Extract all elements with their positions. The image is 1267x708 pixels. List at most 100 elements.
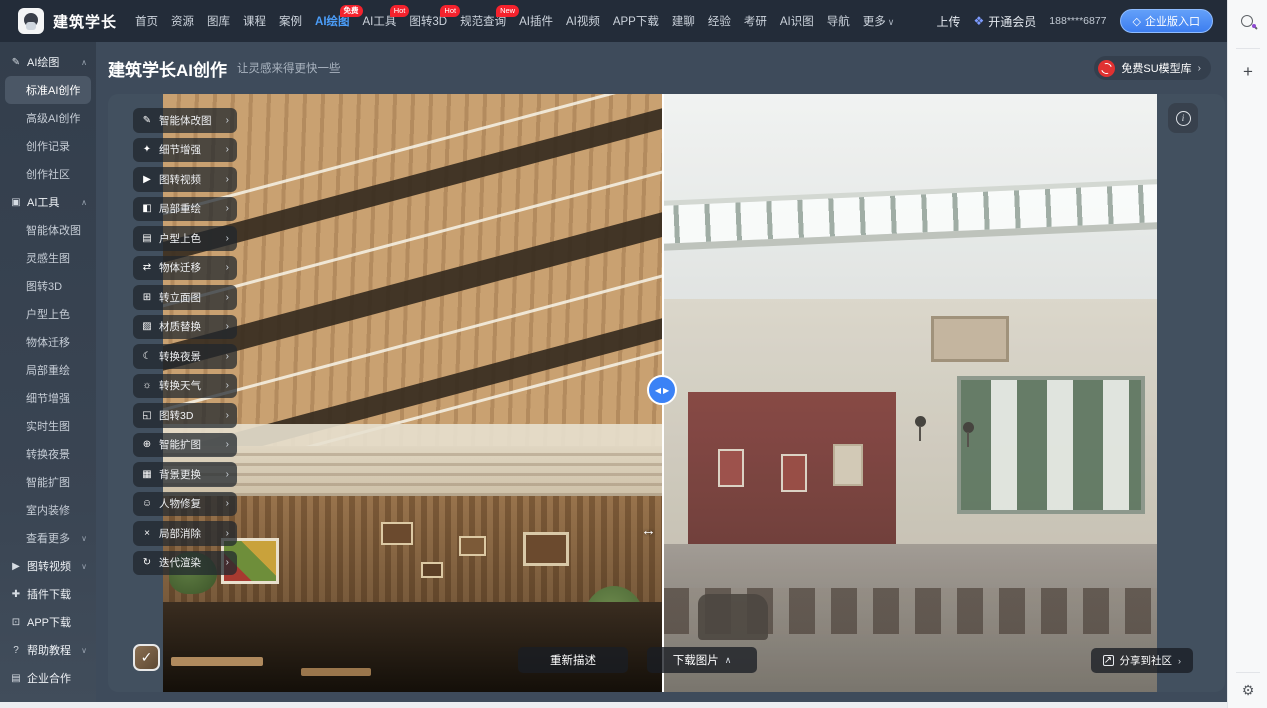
nav-item-home[interactable]: 首页 bbox=[135, 13, 158, 29]
tool-chip-floorplan-color[interactable]: ▤户型上色› bbox=[133, 226, 237, 251]
nav-item-postgrad[interactable]: 考研 bbox=[744, 13, 767, 29]
enterprise-entry-button[interactable]: ◇企业版入口 bbox=[1120, 9, 1213, 33]
nav-item-ai-recognize[interactable]: AI识图 bbox=[780, 13, 814, 29]
sidebar-group-help-tutorial[interactable]: ? 帮助教程 ∨ bbox=[0, 636, 96, 664]
sidebar-item-img-to-3d[interactable]: 图转3D bbox=[0, 272, 96, 300]
sidebar-item-agent-edit[interactable]: 智能体改图 bbox=[0, 216, 96, 244]
tool-chip-outpaint[interactable]: ⊕智能扩图› bbox=[133, 433, 237, 458]
sidebar-item-realtime-gen[interactable]: 实时生图 bbox=[0, 412, 96, 440]
sidebar-item-standard-ai-creation[interactable]: 标准AI创作 bbox=[5, 76, 91, 104]
nav-item-cases[interactable]: 案例 bbox=[279, 13, 302, 29]
nav-item-ai-draw[interactable]: AI绘图免费 bbox=[315, 13, 350, 29]
chevron-up-icon: ∧ bbox=[81, 198, 87, 207]
person-icon: ☺ bbox=[141, 498, 153, 509]
share-to-community-button[interactable]: ↗分享到社区› bbox=[1091, 648, 1194, 673]
video-icon: ▶ bbox=[10, 561, 22, 572]
sidebar-item-interior-design[interactable]: 室内装修 bbox=[0, 496, 96, 524]
tool-chip-material-swap[interactable]: ▨材质替换› bbox=[133, 315, 237, 340]
help-icon: ? bbox=[10, 645, 22, 656]
nav-item-gallery[interactable]: 图库 bbox=[207, 13, 230, 29]
diamond-icon: ◇ bbox=[1133, 15, 1141, 28]
sidebar-item-see-more[interactable]: 查看更多 ∨ bbox=[0, 524, 96, 552]
tool-chip-background-swap[interactable]: ▦背景更换› bbox=[133, 462, 237, 487]
main-header: 建筑学长AI创作 让灵感来得更快一些 免费SU模型库 › bbox=[96, 42, 1227, 94]
tool-chip-erase[interactable]: ×局部消除› bbox=[133, 521, 237, 546]
refresh-icon: ↻ bbox=[141, 557, 153, 568]
grid-icon: ⊞ bbox=[141, 292, 153, 303]
magic-pen-icon: ✎ bbox=[141, 115, 153, 126]
brand-name[interactable]: 建筑学长 bbox=[53, 11, 117, 32]
redescribe-button[interactable]: 重新描述 bbox=[518, 647, 628, 673]
sidebar-group-ai-tools[interactable]: ▣ AI工具 ∧ bbox=[0, 188, 96, 216]
chevron-right-icon: › bbox=[226, 203, 229, 214]
nav-item-courses[interactable]: 课程 bbox=[243, 13, 266, 29]
nav-item-more[interactable]: 更多∨ bbox=[863, 13, 895, 29]
sidebar-item-object-transfer[interactable]: 物体迁移 bbox=[0, 328, 96, 356]
nav-item-chat[interactable]: 建聊 bbox=[672, 13, 695, 29]
rail-divider bbox=[1236, 48, 1260, 49]
sidebar-item-detail-enhance[interactable]: 细节增强 bbox=[0, 384, 96, 412]
page-subtitle: 让灵感来得更快一些 bbox=[237, 60, 341, 76]
nav-item-experience[interactable]: 经验 bbox=[708, 13, 731, 29]
image-comparison[interactable]: ◀ ▶ ↔ bbox=[163, 94, 1157, 692]
tool-chip-detail-enhance[interactable]: ✦细节增强› bbox=[133, 138, 237, 163]
add-icon[interactable]: + bbox=[1228, 62, 1267, 82]
nav-item-ai-tools[interactable]: AI工具Hot bbox=[363, 13, 397, 29]
chevron-down-icon: ∨ bbox=[888, 17, 895, 27]
tool-chip-img-to-video[interactable]: ▶图转视频› bbox=[133, 167, 237, 192]
sidebar-group-ai-draw[interactable]: ✎ AI绘图 ∧ bbox=[0, 48, 96, 76]
tool-chip-person-fix[interactable]: ☺人物修复› bbox=[133, 492, 237, 517]
comparison-slider-handle[interactable]: ◀ ▶ bbox=[647, 375, 677, 405]
tool-chip-agent-edit[interactable]: ✎智能体改图› bbox=[133, 108, 237, 133]
sidebar-item-night-convert[interactable]: 转换夜景 bbox=[0, 440, 96, 468]
vip-membership-button[interactable]: ❖开通会员 bbox=[974, 13, 1037, 30]
nav-item-resources[interactable]: 资源 bbox=[171, 13, 194, 29]
nav-item-ai-plugin[interactable]: AI插件 bbox=[519, 13, 553, 29]
resize-cursor-icon: ↔ bbox=[641, 522, 656, 539]
photo-art-table bbox=[171, 657, 263, 666]
nav-item-app-download[interactable]: APP下载 bbox=[613, 13, 659, 29]
sidebar-group-plugin-download[interactable]: ✚ 插件下载 bbox=[0, 580, 96, 608]
nav-item-img-to-3d[interactable]: 图转3DHot bbox=[409, 13, 447, 29]
info-button[interactable]: i bbox=[1168, 103, 1198, 133]
chevron-right-icon: › bbox=[226, 321, 229, 332]
material-icon: ▨ bbox=[141, 321, 153, 332]
nav-item-ai-video[interactable]: AI视频 bbox=[566, 13, 600, 29]
gear-icon[interactable]: ⚙ bbox=[1228, 682, 1267, 699]
sidebar-item-floorplan-color[interactable]: 户型上色 bbox=[0, 300, 96, 328]
toolbox-icon: ▣ bbox=[10, 197, 22, 208]
tool-chip-to-elevation[interactable]: ⊞转立面图› bbox=[133, 285, 237, 310]
brand-logo[interactable] bbox=[18, 8, 44, 34]
sidebar-group-img-to-video[interactable]: ▶ 图转视频 ∨ bbox=[0, 552, 96, 580]
tool-chip-object-transfer[interactable]: ⇄物体迁移› bbox=[133, 256, 237, 281]
tool-chip-inpaint[interactable]: ◧局部重绘› bbox=[133, 197, 237, 222]
free-su-models-button[interactable]: 免费SU模型库 › bbox=[1094, 56, 1211, 80]
sidebar-item-inspiration-gen[interactable]: 灵感生图 bbox=[0, 244, 96, 272]
tools-overlay: ✎智能体改图› ✦细节增强› ▶图转视频› ◧局部重绘› ▤户型上色› ⇄物体迁… bbox=[133, 108, 237, 575]
erase-icon: × bbox=[141, 528, 153, 539]
chevron-right-icon: › bbox=[226, 557, 229, 568]
nav-item-code-lookup[interactable]: 规范查询New bbox=[460, 13, 506, 29]
sidebar-item-creation-community[interactable]: 创作社区 bbox=[0, 160, 96, 188]
chevron-down-icon: ∨ bbox=[81, 562, 87, 571]
sidebar-item-advanced-ai-creation[interactable]: 高级AI创作 bbox=[0, 104, 96, 132]
nav-item-navigation[interactable]: 导航 bbox=[827, 13, 850, 29]
tool-chip-weather-convert[interactable]: ☼转换天气› bbox=[133, 374, 237, 399]
sidebar-item-inpaint[interactable]: 局部重绘 bbox=[0, 356, 96, 384]
download-image-button[interactable]: 下载图片∧ bbox=[647, 647, 757, 673]
sidebar-group-enterprise-coop[interactable]: ▤ 企业合作 bbox=[0, 664, 96, 692]
transfer-icon: ⇄ bbox=[141, 262, 153, 273]
sidebar-item-creation-history[interactable]: 创作记录 bbox=[0, 132, 96, 160]
tool-chip-img-to-3d[interactable]: ◱图转3D› bbox=[133, 403, 237, 428]
tool-chip-iterate-render[interactable]: ↻迭代渲染› bbox=[133, 551, 237, 576]
tool-chip-night-convert[interactable]: ☾转换夜景› bbox=[133, 344, 237, 369]
before-image-original bbox=[663, 94, 1157, 692]
chevron-down-icon: ∨ bbox=[81, 646, 87, 655]
sidebar-item-outpaint[interactable]: 智能扩图 bbox=[0, 468, 96, 496]
selected-thumbnail-checkbox[interactable]: ✓ bbox=[133, 644, 160, 671]
badge-new: New bbox=[496, 5, 519, 17]
chevron-down-icon: ∨ bbox=[81, 534, 87, 543]
account-phone[interactable]: 188****6877 bbox=[1049, 15, 1106, 27]
sidebar-group-app-download[interactable]: ⊡ APP下载 bbox=[0, 608, 96, 636]
upload-button[interactable]: 上传 bbox=[937, 13, 961, 30]
